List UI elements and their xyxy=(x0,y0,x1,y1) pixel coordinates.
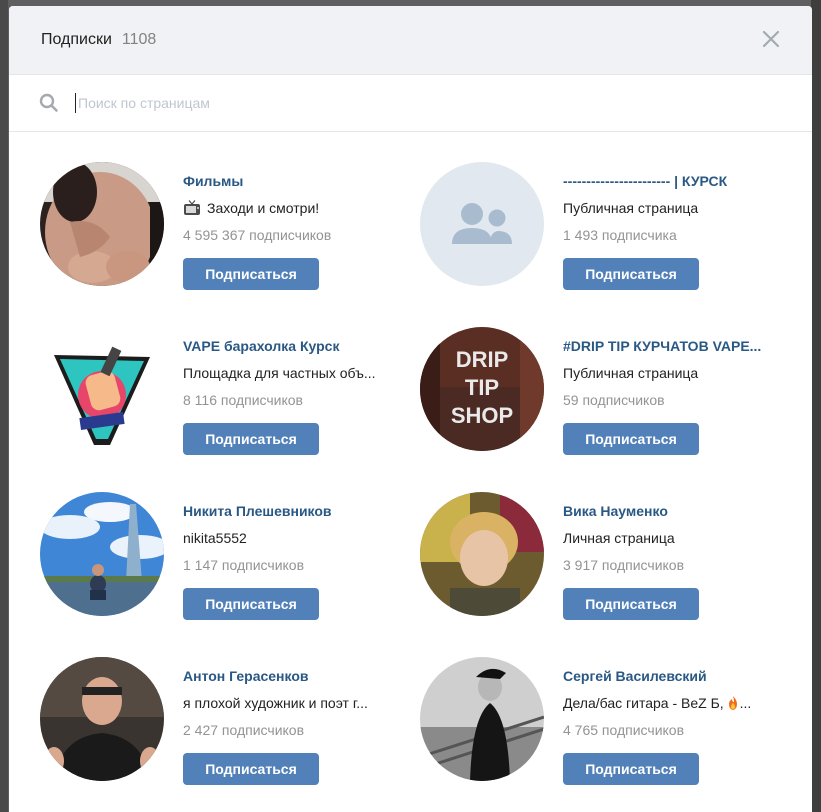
subscribe-button[interactable]: Подписаться xyxy=(563,588,699,620)
list-item: VAPE барахолка Курск Площадка для частны… xyxy=(40,327,420,457)
search-icon xyxy=(39,93,58,112)
drip-tip-shop-logo: DRIP TIP SHOP xyxy=(420,327,544,451)
subscribers-count: 2 427 подписчиков xyxy=(183,722,305,738)
logo-text-shop: SHOP xyxy=(451,403,513,428)
avatar[interactable] xyxy=(40,492,164,616)
subscribers-count: 59 подписчиков xyxy=(563,392,665,408)
modal-title: Подписки xyxy=(41,31,112,48)
photo-woman-selfie xyxy=(420,492,544,616)
list-item: DRIP TIP SHOP #DRIP TIP КУРЧАТОВ VAPE...… xyxy=(420,327,800,457)
list-item: ----------------------- | КУРСК Публична… xyxy=(420,162,800,292)
subscribers-count: 4 595 367 подписчиков xyxy=(183,227,332,243)
subscriptions-count: 1108 xyxy=(121,31,157,48)
list-item: Фильмы Заходи и смотри! 4 595 367 подпис… xyxy=(40,162,420,292)
page-name-link[interactable]: #DRIP TIP КУРЧАТОВ VAPE... xyxy=(563,337,793,355)
subscribe-button[interactable]: Подписаться xyxy=(563,423,699,455)
subscribers-count: 8 116 подписчиков xyxy=(183,392,303,408)
page-description-text: Дела/бас гитара - BeZ Б, xyxy=(563,695,724,711)
page-description: Дела/бас гитара - BeZ Б, ... xyxy=(563,694,793,712)
subscribers-count: 1 147 подписчиков xyxy=(183,557,305,573)
page-description: Площадка для частных объ... xyxy=(183,365,376,381)
fire-icon xyxy=(728,696,737,710)
photo-woman xyxy=(40,162,164,286)
subscribe-button[interactable]: Подписаться xyxy=(183,753,319,785)
modal-header: Подписки 1108 xyxy=(9,6,812,75)
avatar[interactable] xyxy=(420,657,544,781)
page-name-link[interactable]: VAPE барахолка Курск xyxy=(183,337,413,355)
page-name-link[interactable]: Антон Герасенков xyxy=(183,667,413,685)
avatar[interactable] xyxy=(40,657,164,781)
list-item: Никита Плешевников nikita5552 1 147 подп… xyxy=(40,492,420,622)
avatar[interactable]: DRIP TIP SHOP xyxy=(420,327,544,451)
list-item: Вика Науменко Личная страница 3 917 подп… xyxy=(420,492,800,622)
subscribe-button[interactable]: Подписаться xyxy=(183,423,319,455)
logo-text-drip: DRIP xyxy=(456,347,509,372)
vape-kursk-logo xyxy=(54,346,150,445)
subscribe-button[interactable]: Подписаться xyxy=(183,258,319,290)
close-icon xyxy=(762,30,780,48)
page-description: Публичная страница xyxy=(563,365,699,381)
default-group-icon xyxy=(452,203,512,244)
backdrop xyxy=(0,0,8,812)
photo-man-black-shirt xyxy=(40,657,164,781)
avatar[interactable] xyxy=(40,327,164,451)
tv-icon xyxy=(184,200,200,215)
avatar[interactable] xyxy=(420,162,544,286)
subscriptions-modal: Подписки 1108 Поиск по страницам Фильмы … xyxy=(9,6,812,812)
ellipsis: ... xyxy=(739,695,752,711)
page-description: Личная страница xyxy=(563,530,675,546)
logo-text-tip: TIP xyxy=(465,375,499,400)
avatar[interactable] xyxy=(40,162,164,286)
search-input[interactable] xyxy=(75,93,680,113)
page-description: Заходи и смотри! xyxy=(183,199,413,217)
page-name-link[interactable]: Сергей Василевский xyxy=(563,667,793,685)
page-name-link[interactable]: ----------------------- | КУРСК xyxy=(563,172,793,190)
page-description: я плохой художник и поэт г... xyxy=(183,695,368,711)
photo-man-bw xyxy=(420,657,544,781)
backdrop xyxy=(811,0,821,812)
close-button[interactable] xyxy=(760,28,782,50)
subscribers-count: 3 917 подписчиков xyxy=(563,557,685,573)
subscribe-button[interactable]: Подписаться xyxy=(563,258,699,290)
search-bar xyxy=(9,75,812,132)
page-name-link[interactable]: Фильмы xyxy=(183,172,413,190)
subscribers-count: 4 765 подписчиков xyxy=(563,722,685,738)
page-description: Публичная страница xyxy=(563,200,699,216)
page-name-link[interactable]: Никита Плешевников xyxy=(183,502,413,520)
avatar[interactable] xyxy=(420,492,544,616)
subscribe-button[interactable]: Подписаться xyxy=(183,588,319,620)
page-name-link[interactable]: Вика Науменко xyxy=(563,502,793,520)
photo-sky-tower xyxy=(40,492,164,616)
subscribe-button[interactable]: Подписаться xyxy=(563,753,699,785)
subscribers-count: 1 493 подписчика xyxy=(563,227,677,243)
list-item: Антон Герасенков я плохой художник и поэ… xyxy=(40,657,420,787)
list-item: Сергей Василевский Дела/бас гитара - BeZ… xyxy=(420,657,800,787)
page-description: nikita5552 xyxy=(183,530,247,546)
page-description-text: Заходи и смотри! xyxy=(207,200,320,216)
